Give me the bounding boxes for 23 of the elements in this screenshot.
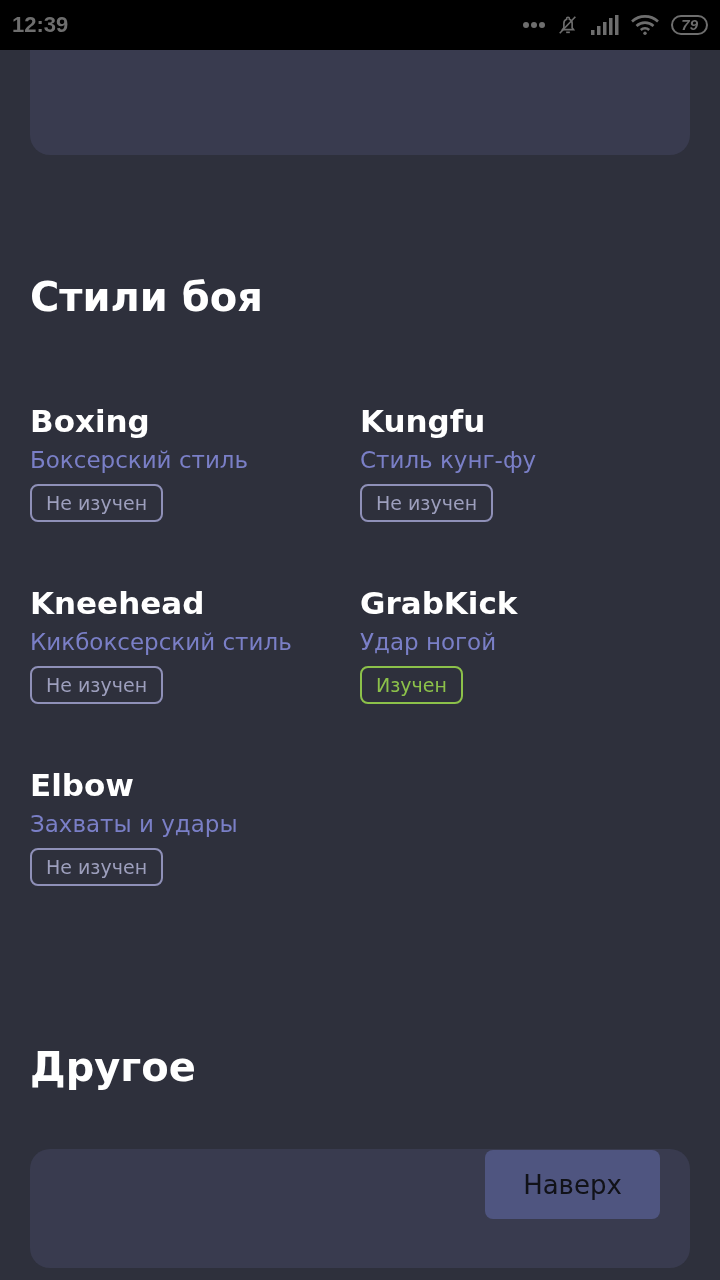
section-heading: Стили боя bbox=[30, 273, 263, 321]
status-badge: Изучен bbox=[360, 666, 463, 704]
signal-icon bbox=[591, 15, 620, 35]
style-description: Захваты и удары bbox=[30, 810, 238, 839]
status-badge: Не изучен bbox=[360, 484, 494, 522]
scroll-top-button[interactable]: Наверх bbox=[485, 1150, 660, 1219]
more-dots-icon bbox=[523, 22, 546, 28]
section-heading: Другое bbox=[30, 1043, 196, 1091]
style-title: Kneehead bbox=[30, 585, 205, 621]
battery-level: 79 bbox=[671, 15, 708, 35]
style-title: GrabKick bbox=[360, 585, 518, 621]
style-description: Удар ногой bbox=[360, 628, 497, 657]
status-badge: Не изучен bbox=[30, 666, 164, 704]
status-badge: Не изучен bbox=[30, 484, 164, 522]
style-title: Elbow bbox=[30, 767, 134, 803]
status-time: 12:39 bbox=[12, 12, 69, 38]
style-title: Boxing bbox=[30, 403, 150, 439]
wifi-icon bbox=[631, 15, 660, 35]
style-title: Kungfu bbox=[360, 403, 486, 439]
status-badge: Не изучен bbox=[30, 848, 164, 886]
style-description: Боксерский стиль bbox=[30, 446, 249, 475]
style-description: Стиль кунг-фу bbox=[360, 446, 537, 475]
style-description: Кикбоксерский стиль bbox=[30, 628, 292, 657]
